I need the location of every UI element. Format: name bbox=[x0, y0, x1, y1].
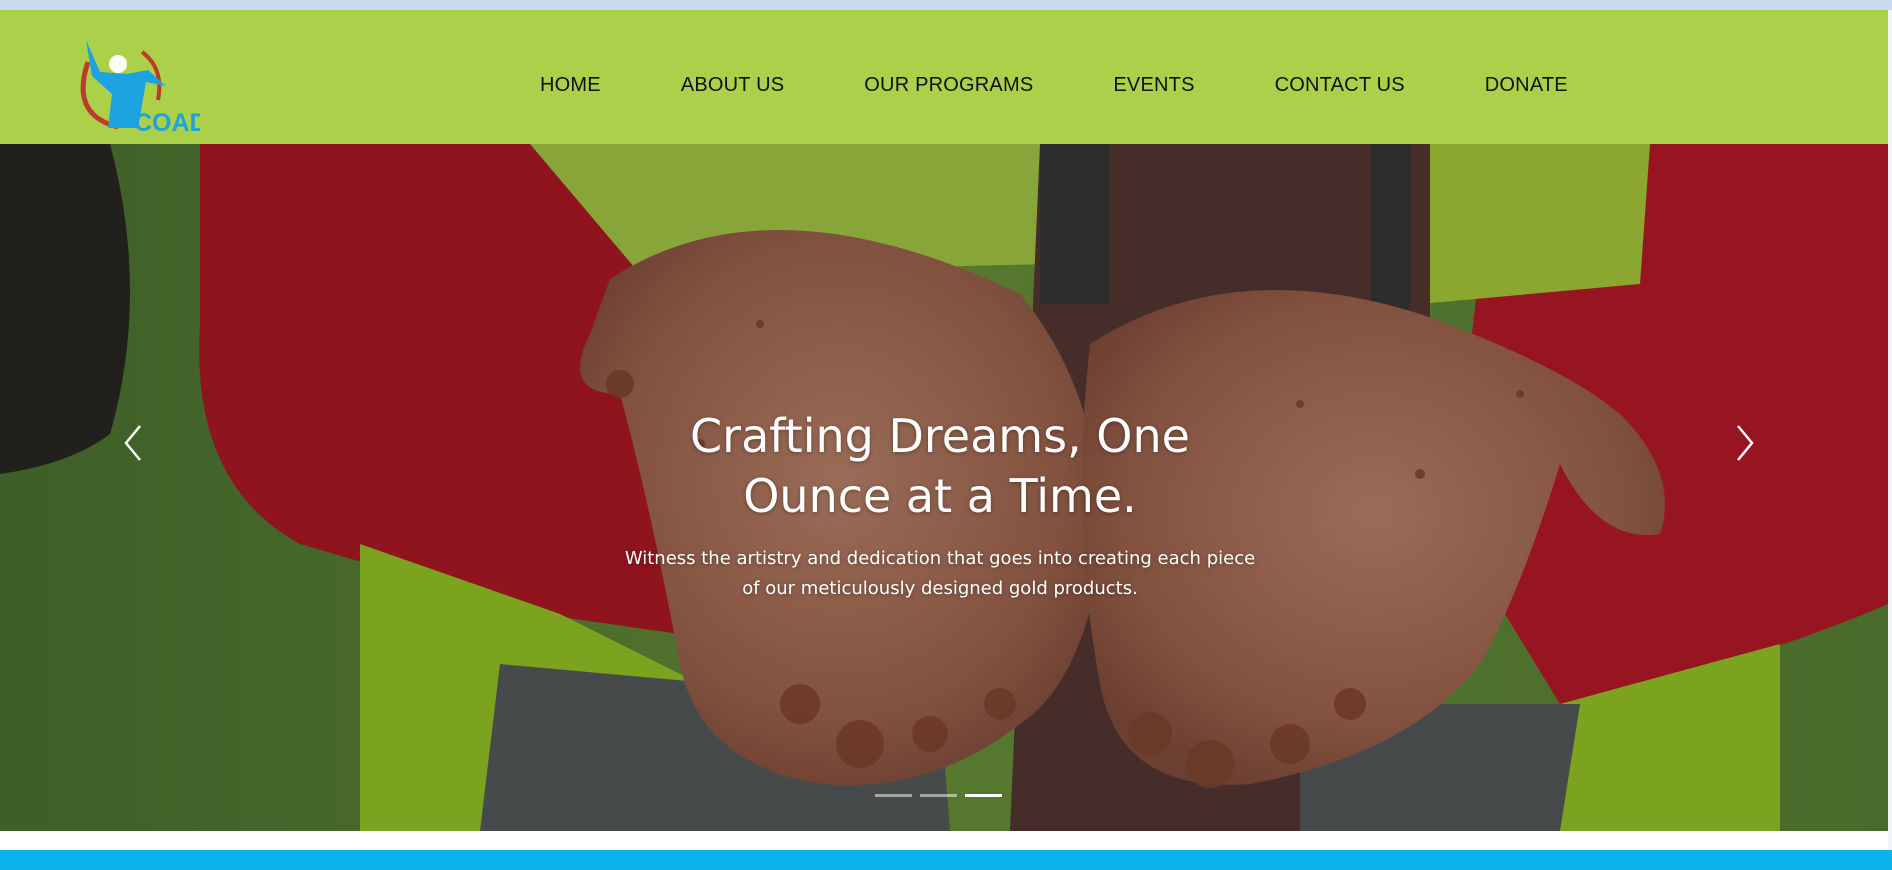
carousel-indicator-2[interactable] bbox=[920, 794, 957, 797]
hero-subtitle-line-2: of our meticulously designed gold produc… bbox=[742, 578, 1138, 599]
nav-events[interactable]: EVENTS bbox=[1113, 74, 1194, 97]
hero-subtitle: Witness the artistry and dedication that… bbox=[540, 544, 1340, 604]
chevron-left-icon bbox=[124, 425, 141, 461]
nav-home[interactable]: HOME bbox=[540, 74, 601, 97]
nav-about-us[interactable]: ABOUT US bbox=[681, 74, 784, 97]
nav-donate[interactable]: DONATE bbox=[1485, 74, 1568, 97]
nav-our-programs[interactable]: OUR PROGRAMS bbox=[864, 74, 1033, 97]
main-nav: HOME ABOUT US OUR PROGRAMS EVENTS CONTAC… bbox=[540, 74, 1568, 97]
hero-title: Crafting Dreams, One Ounce at a Time. bbox=[540, 406, 1340, 526]
carousel-next-button[interactable] bbox=[1726, 418, 1766, 468]
chevron-right-icon bbox=[1737, 425, 1754, 461]
next-section-strip bbox=[0, 850, 1892, 870]
svg-text:COAD: COAD bbox=[134, 109, 200, 137]
carousel-prev-button[interactable] bbox=[112, 418, 152, 468]
nav-contact-us[interactable]: CONTACT US bbox=[1275, 74, 1405, 97]
carousel-indicator-3[interactable] bbox=[965, 794, 1002, 797]
top-strip bbox=[0, 0, 1892, 10]
hero-carousel: Crafting Dreams, One Ounce at a Time. Wi… bbox=[0, 144, 1888, 831]
hero-title-line-1: Crafting Dreams, One bbox=[690, 409, 1190, 463]
page-edge bbox=[1888, 10, 1892, 860]
carousel-indicator-1[interactable] bbox=[875, 794, 912, 797]
site-header: COAD HOME ABOUT US OUR PROGRAMS EVENTS C… bbox=[0, 10, 1888, 144]
section-gap bbox=[0, 831, 1888, 850]
hero-caption: Crafting Dreams, One Ounce at a Time. Wi… bbox=[540, 406, 1340, 604]
hero-subtitle-line-1: Witness the artistry and dedication that… bbox=[624, 548, 1256, 569]
logo-mark-icon: COAD bbox=[80, 40, 208, 137]
site-logo[interactable]: COAD bbox=[70, 30, 208, 142]
hero-title-line-2: Ounce at a Time. bbox=[743, 469, 1137, 523]
carousel-indicators bbox=[875, 794, 1010, 797]
